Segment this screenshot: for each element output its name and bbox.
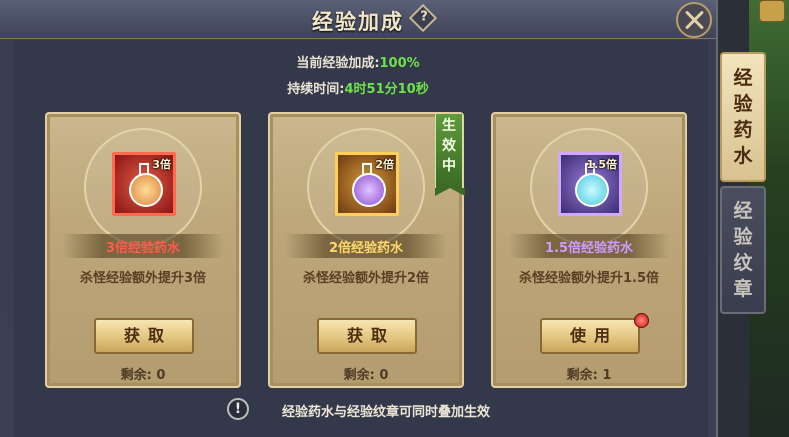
window-header: 经验加成 ? xyxy=(0,0,716,39)
potion-name: 3倍经验药水 xyxy=(105,241,181,256)
red-potion-icon[interactable]: 3倍 xyxy=(112,152,176,216)
active-tag-char-2: 效 xyxy=(442,138,456,154)
potion-name: 1.5倍经验药水 xyxy=(544,241,634,256)
potion-description: 杀怪经验额外提升2倍 xyxy=(302,271,430,286)
potion-description: 杀怪经验额外提升1.5倍 xyxy=(518,271,660,286)
purple-potion-icon[interactable]: 2倍 xyxy=(335,152,399,216)
flask-body xyxy=(352,173,386,207)
exp-bonus-window: 经验加成 ? 当前经验加成:100% 持续时间:4时51分10秒 3倍 3倍经验… xyxy=(0,0,718,437)
tab-char: 章 xyxy=(733,278,753,300)
multiplier-badge: 3倍 xyxy=(152,158,171,171)
info-icon: ! xyxy=(227,398,249,420)
current-bonus-value: 100% xyxy=(379,56,420,71)
potion-description: 杀怪经验额外提升3倍 xyxy=(79,271,207,286)
duration-value: 4时51分10秒 xyxy=(344,82,429,97)
potion-card-2x: 2倍 生 效 中 2倍经验药水 杀怪经验额外提升2倍 获取 剩余: 0 xyxy=(268,112,465,388)
remaining-count: 剩余: 0 xyxy=(120,368,166,383)
tab-char: 验 xyxy=(733,93,753,115)
current-bonus: 当前经验加成:100% xyxy=(0,52,716,71)
potion-card-3x: 3倍 3倍经验药水 杀怪经验额外提升3倍 获取 剩余: 0 xyxy=(45,112,241,388)
remaining-count: 剩余: 0 xyxy=(343,368,389,383)
potion-name: 2倍经验药水 xyxy=(328,241,404,256)
tab-char: 水 xyxy=(733,145,753,167)
duration-label: 持续时间: xyxy=(287,82,345,97)
flask-body xyxy=(129,173,163,207)
duration: 持续时间:4时51分10秒 xyxy=(0,78,716,97)
hud-icon[interactable] xyxy=(759,0,785,22)
remaining-count: 剩余: 1 xyxy=(566,368,612,383)
obtain-button[interactable]: 获取 xyxy=(94,318,194,354)
tab-char: 经 xyxy=(733,200,753,222)
tab-char: 纹 xyxy=(733,252,753,274)
footer-hint: 经验药水与经验纹章可同时叠加生效 xyxy=(282,405,491,420)
tab-exp-potion[interactable]: 经 验 药 水 xyxy=(720,52,766,182)
multiplier-badge: 2倍 xyxy=(375,158,394,171)
help-glyph: ? xyxy=(420,9,428,25)
potion-card-1-5x: 1.5倍 1.5倍经验药水 杀怪经验额外提升1.5倍 使用 剩余: 1 xyxy=(491,112,687,388)
notification-dot xyxy=(634,313,649,328)
multiplier-badge: 1.5倍 xyxy=(586,158,618,171)
help-icon[interactable]: ? xyxy=(408,3,438,33)
tab-char: 经 xyxy=(733,67,753,89)
close-button[interactable] xyxy=(676,2,712,38)
blue-potion-icon[interactable]: 1.5倍 xyxy=(558,152,622,216)
active-status-tag: 生 效 中 xyxy=(435,114,465,196)
tab-char: 药 xyxy=(733,119,753,141)
use-button[interactable]: 使用 xyxy=(540,318,640,354)
current-bonus-label: 当前经验加成: xyxy=(296,56,380,71)
obtain-button[interactable]: 获取 xyxy=(317,318,417,354)
tab-exp-emblem[interactable]: 经 验 纹 章 xyxy=(720,186,766,314)
tab-char: 验 xyxy=(733,226,753,248)
flask-body xyxy=(575,173,609,207)
active-tag-char-3: 中 xyxy=(442,158,456,174)
window-title: 经验加成 xyxy=(312,9,404,34)
active-tag-char-1: 生 xyxy=(442,118,456,134)
